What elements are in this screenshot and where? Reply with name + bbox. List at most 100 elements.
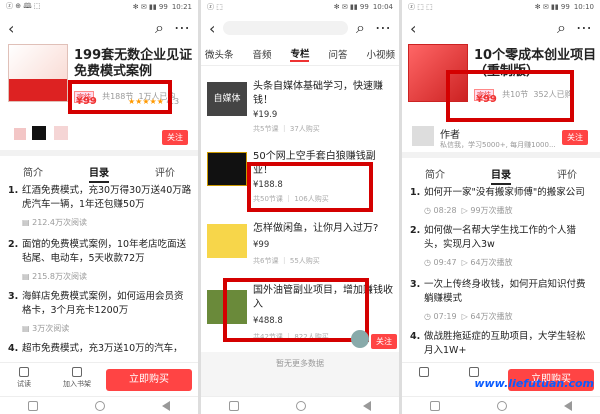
avatar-3 bbox=[54, 126, 68, 140]
follow-button[interactable]: 关注 bbox=[371, 334, 397, 349]
tab-column[interactable]: 专栏 bbox=[290, 46, 310, 62]
trial-icon bbox=[19, 367, 29, 377]
list-item[interactable]: 4. 做战胜拖延症的互助项目，大学生轻松月入1W+ bbox=[410, 330, 594, 360]
phone-screen-2: ⓩ ⬚ ✻ ✉ ▮▮ 99 10:04 ‹ ⌕ ⋯ 微头条 音频 专栏 问答 小视频… bbox=[201, 0, 399, 414]
item-title: 超市免费模式，充3万送10万的汽车，还 bbox=[22, 343, 183, 354]
home-icon[interactable] bbox=[496, 400, 507, 411]
status-bar: ⓩ ⬚ ✻ ✉ ▮▮ 99 10:04 bbox=[201, 0, 399, 14]
item-thumbnail bbox=[207, 152, 247, 186]
item-reads: ▤ 212.4万次阅读 bbox=[22, 218, 88, 227]
status-icons: ✻ ✉ ▮▮ 99 bbox=[132, 3, 168, 11]
back-icon[interactable]: ‹ bbox=[8, 19, 14, 38]
more-icon[interactable]: ⋯ bbox=[174, 18, 190, 38]
author-avatar bbox=[412, 126, 434, 146]
item-thumbnail bbox=[207, 224, 247, 258]
item-number: 2. bbox=[410, 225, 421, 236]
tab-micro-posts[interactable]: 微头条 bbox=[205, 47, 234, 61]
list-item[interactable]: 3. 一次上传终身收钱，如何开启知识付费躺赚模式 ◷ 07:19 ▷ 64万次播… bbox=[410, 278, 594, 326]
more-icon[interactable]: ⋯ bbox=[375, 18, 391, 38]
tab-catalog[interactable]: 目录 bbox=[89, 164, 109, 183]
status-bar: ⓩ ⊕ 🕮 ⬚ ✻ ✉ ▮▮ 99 10:21 bbox=[0, 0, 198, 14]
item-stats: ◷ 08:28 ▷ 99万次播放 bbox=[424, 206, 513, 215]
recent-apps-icon[interactable] bbox=[229, 400, 240, 411]
header: ‹ ⌕ ⋯ bbox=[0, 14, 198, 42]
tab-reviews[interactable]: 评价 bbox=[155, 164, 175, 183]
item-number: 4. bbox=[8, 343, 19, 354]
item-title: 怎样做闲鱼，让你月入过万? bbox=[253, 223, 379, 234]
tab-reviews[interactable]: 评价 bbox=[557, 166, 577, 185]
avatar-1 bbox=[14, 128, 26, 140]
list-item[interactable]: 1. 如何开一家"没有搬家师傅"的搬家公司 ◷ 08:28 ▷ 99万次播放 bbox=[410, 186, 594, 220]
item-stats: ◷ 09:47 ▷ 64万次播放 bbox=[424, 258, 513, 267]
item-reads-text: 212.4万次阅读 bbox=[32, 218, 88, 227]
buy-button[interactable]: 立即购买 bbox=[106, 369, 192, 391]
tab-qa[interactable]: 问答 bbox=[328, 47, 347, 61]
search-field[interactable] bbox=[223, 21, 349, 35]
tab-audio[interactable]: 音频 bbox=[252, 47, 271, 61]
channel-tabs: 微头条 音频 专栏 问答 小视频 bbox=[201, 42, 399, 66]
add-shelf-button[interactable]: 加入书架 bbox=[62, 367, 92, 389]
watermark: www.liefutuan.com bbox=[474, 377, 594, 390]
home-icon[interactable] bbox=[94, 400, 105, 411]
highlight-box bbox=[446, 70, 574, 122]
item-number: 1. bbox=[8, 185, 19, 196]
no-more-data: 暂无更多数据 bbox=[201, 352, 399, 396]
more-icon[interactable]: ⋯ bbox=[576, 18, 592, 38]
phone-screen-3: ⓩ ⬚ ⬚ ✻ ✉ ▮▮ 99 10:10 ‹ ⌕ ⋯ 10个零成本创业项目（重制版… bbox=[402, 0, 600, 414]
tab-catalog[interactable]: 目录 bbox=[491, 166, 511, 185]
item-plays: 64万次播放 bbox=[470, 312, 513, 321]
status-left-icons: ⓩ ⊕ 🕮 ⬚ bbox=[6, 2, 41, 10]
back-nav-icon[interactable] bbox=[161, 400, 170, 411]
follow-button[interactable]: 关注 bbox=[162, 130, 188, 145]
search-icon[interactable]: ⌕ bbox=[155, 18, 164, 38]
back-icon[interactable]: ‹ bbox=[410, 19, 416, 38]
list-item[interactable]: 怎样做闲鱼，让你月入过万? ¥99 共6节课 ｜ 55人购买 bbox=[207, 218, 395, 272]
list-item[interactable]: 1. 红酒免费模式，充30万得30万送40万路虎汽车一辆，1年还包赚50万 ▤ … bbox=[8, 184, 192, 236]
trial-icon bbox=[419, 367, 429, 377]
trial-button[interactable]: 试读 bbox=[12, 367, 36, 389]
back-nav-icon[interactable] bbox=[362, 400, 371, 411]
item-number: 4. bbox=[410, 331, 421, 342]
item-number: 1. bbox=[410, 187, 421, 198]
phone-screen-1: ⓩ ⊕ 🕮 ⬚ ✻ ✉ ▮▮ 99 10:21 ‹ ⌕ ⋯ 199套无数企业见证免费… bbox=[0, 0, 198, 414]
recent-apps-icon[interactable] bbox=[28, 400, 39, 411]
list-item[interactable]: 3. 海鲜店免费模式案例，如何运用会员资格卡，3个月充卡1200万 ▤ 3万次阅… bbox=[8, 290, 192, 342]
status-icons: ✻ ✉ ▮▮ 99 bbox=[534, 3, 570, 11]
trial-button[interactable] bbox=[412, 367, 436, 379]
item-reads: ▤ 215.8万次阅读 bbox=[22, 272, 88, 281]
item-title: 面馆的免费模式案例，10年老店吃面送毡尾、电动车，5天收款72万 bbox=[22, 239, 187, 264]
list-item[interactable]: 自媒体 头条自媒体基础学习，快速赚钱！ ¥19.9 共5节课 ｜ 37人购买 bbox=[207, 76, 395, 138]
item-meta: 共6节课 ｜ 55人购买 bbox=[253, 257, 320, 265]
item-number: 2. bbox=[8, 239, 19, 250]
item-title: 红酒免费模式，充30万得30万送40万路虎汽车一辆，1年还包赚50万 bbox=[22, 185, 192, 210]
trial-label: 试读 bbox=[17, 380, 31, 388]
back-nav-icon[interactable] bbox=[563, 400, 572, 411]
item-title: 头条自媒体基础学习，快速赚钱！ bbox=[253, 81, 383, 106]
status-bar: ⓩ ⬚ ⬚ ✻ ✉ ▮▮ 99 10:10 bbox=[402, 0, 600, 14]
list-item[interactable]: 2. 面馆的免费模式案例，10年老店吃面送毡尾、电动车，5天收款72万 ▤ 21… bbox=[8, 238, 192, 290]
list-item[interactable]: 2. 如何做一名帮大学生找工作的个人猎头，实现月入3w ◷ 09:47 ▷ 64… bbox=[410, 224, 594, 272]
tab-intro[interactable]: 简介 bbox=[23, 164, 43, 183]
item-duration: 09:47 bbox=[433, 258, 457, 267]
back-icon[interactable]: ‹ bbox=[209, 19, 215, 38]
shelf-label: 加入书架 bbox=[63, 380, 91, 388]
search-icon[interactable]: ⌕ bbox=[557, 18, 566, 38]
item-title: 一次上传终身收钱，如何开启知识付费躺赚模式 bbox=[424, 279, 586, 304]
item-duration: 07:19 bbox=[433, 312, 457, 321]
list-item[interactable]: 4. 超市免费模式，充3万送10万的汽车，还 bbox=[8, 342, 192, 356]
author-avatar bbox=[351, 330, 369, 348]
search-icon[interactable]: ⌕ bbox=[356, 18, 365, 38]
item-reads-text: 3万次阅读 bbox=[32, 324, 70, 333]
author-note: 私信我，学习5000+, 每月赚1000... bbox=[440, 141, 556, 149]
recent-apps-icon[interactable] bbox=[430, 400, 441, 411]
item-duration: 08:28 bbox=[433, 206, 457, 215]
detail-tabs: 简介 目录 评价 bbox=[402, 166, 600, 185]
item-reads: ▤ 3万次阅读 bbox=[22, 324, 70, 333]
home-icon[interactable] bbox=[295, 400, 306, 411]
tab-intro[interactable]: 简介 bbox=[425, 166, 445, 185]
system-nav bbox=[402, 396, 600, 414]
item-price: ¥19.9 bbox=[253, 110, 278, 120]
follow-button[interactable]: 关注 bbox=[562, 130, 588, 145]
tab-short-video[interactable]: 小视频 bbox=[366, 47, 395, 61]
divider bbox=[0, 150, 198, 156]
